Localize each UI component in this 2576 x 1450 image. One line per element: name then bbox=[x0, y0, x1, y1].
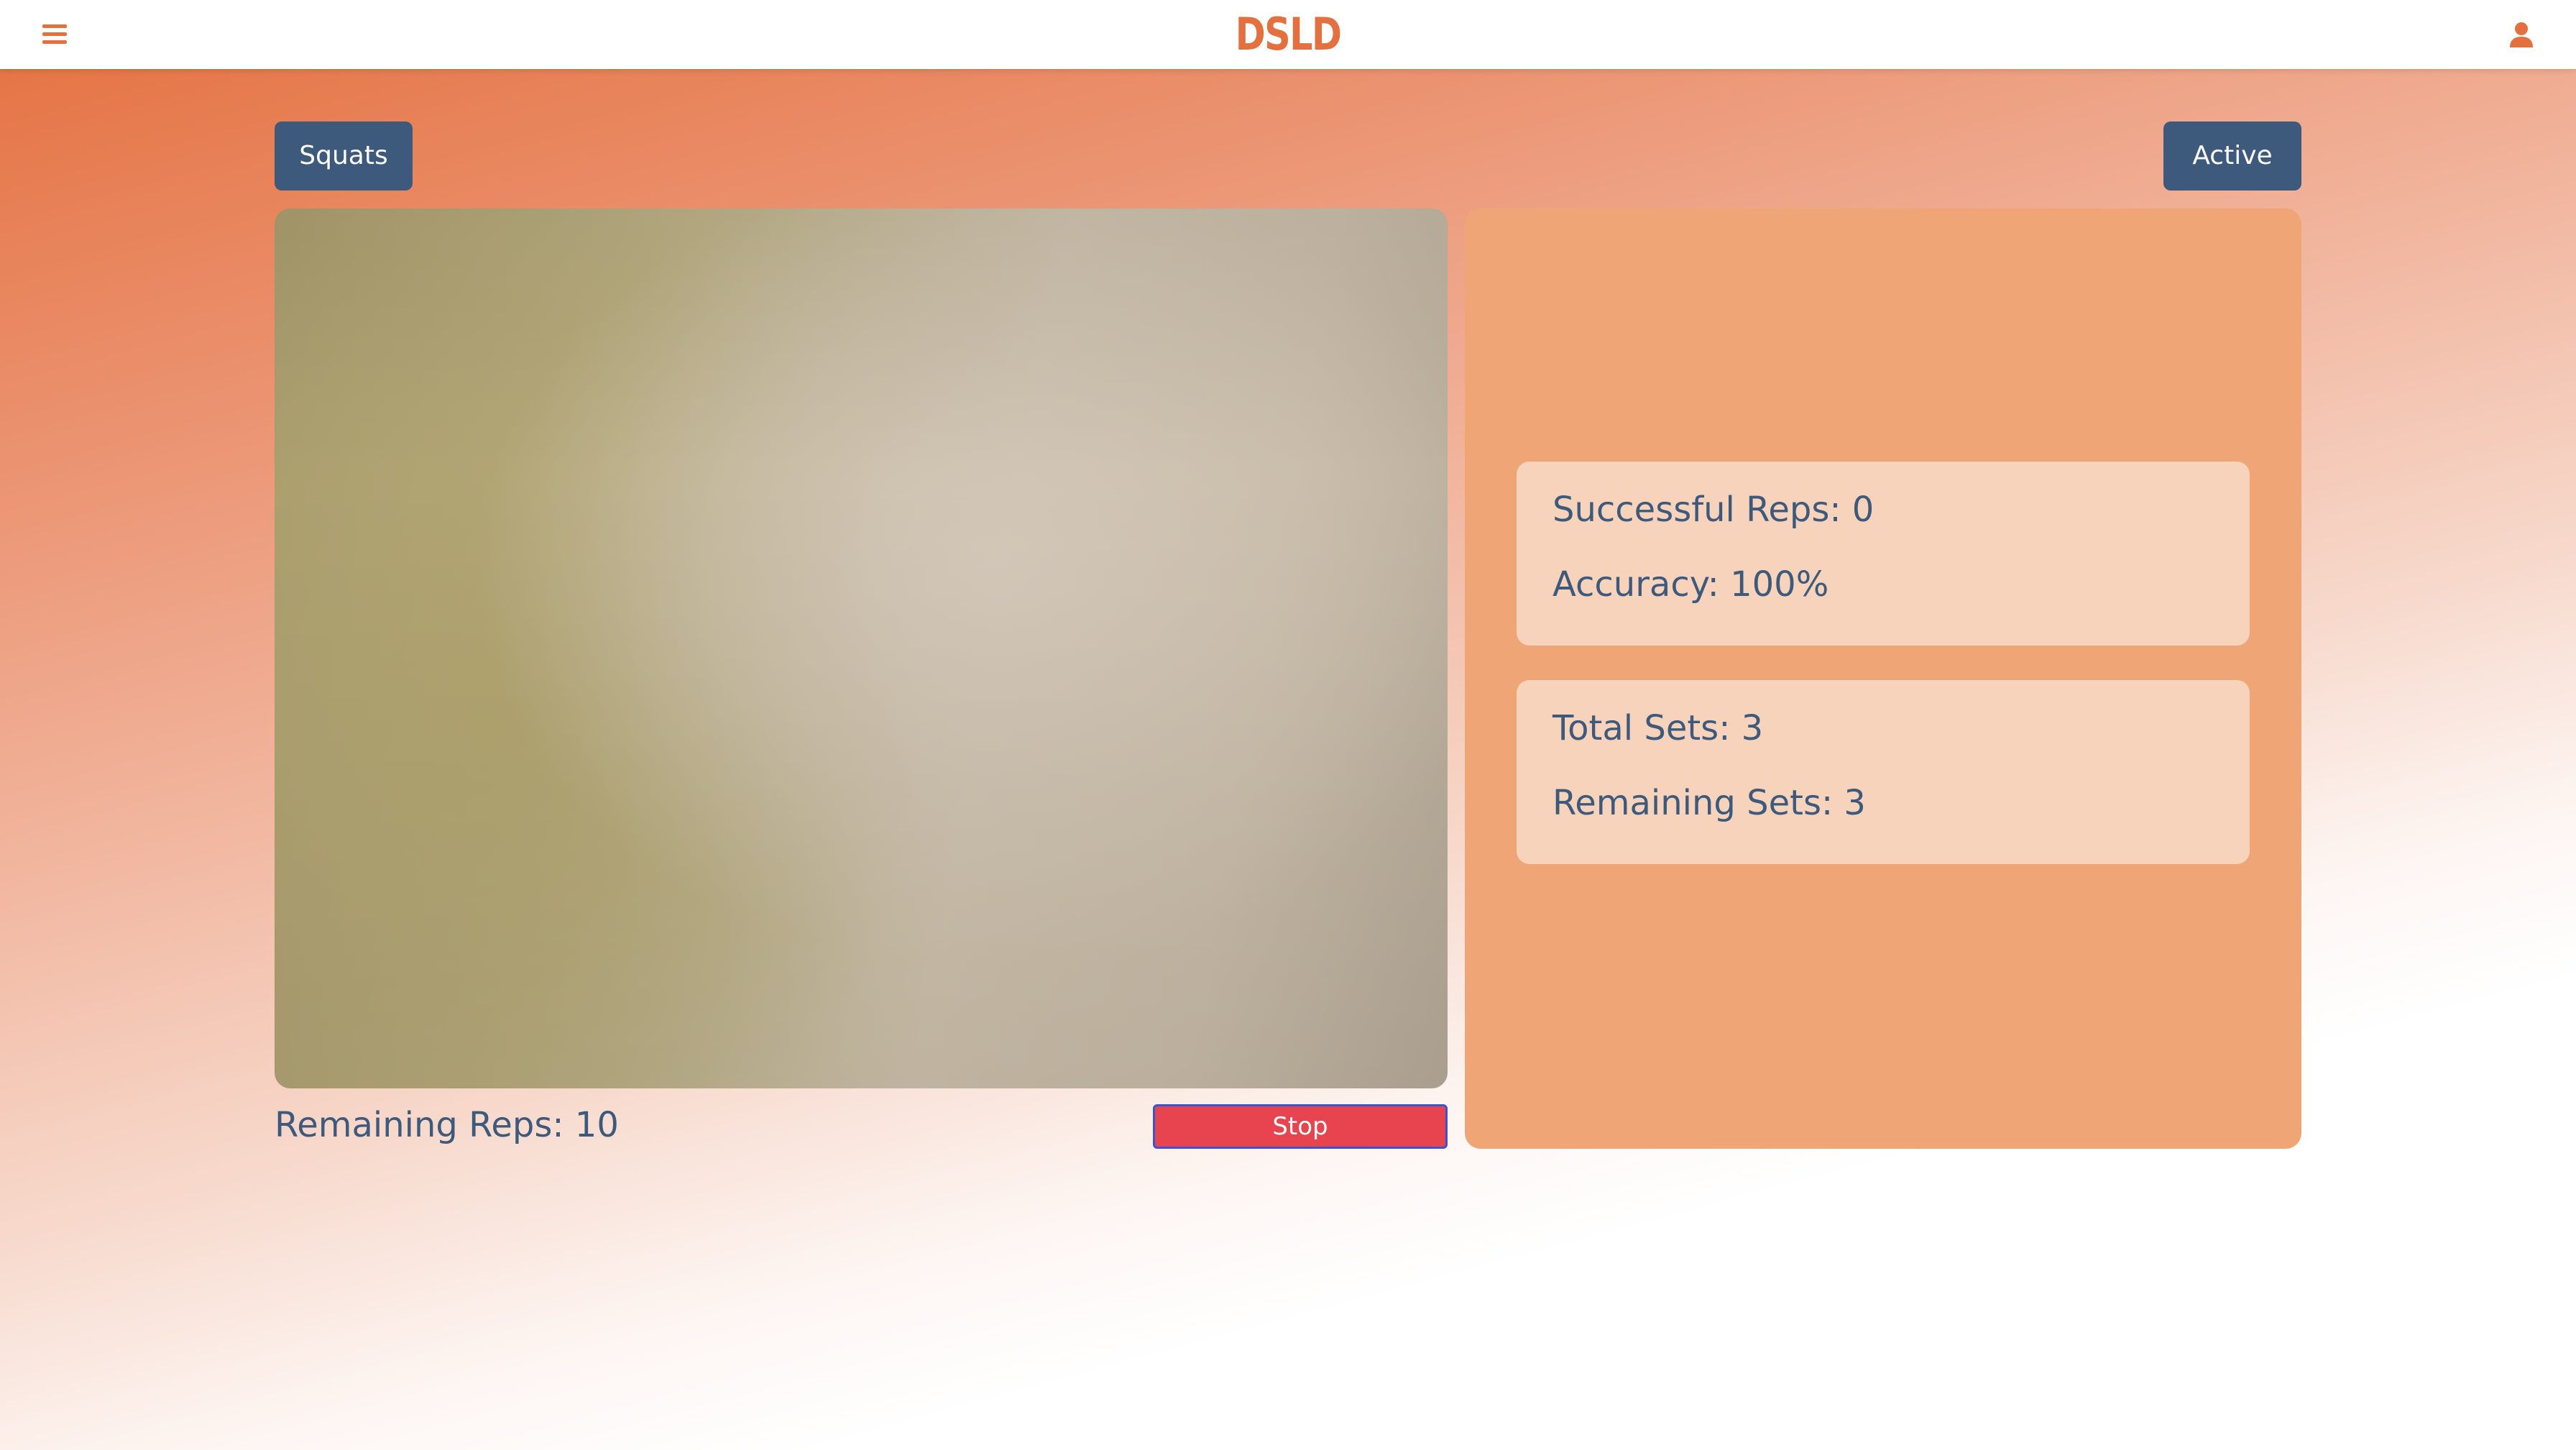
user-icon[interactable] bbox=[2506, 19, 2537, 50]
camera-feed bbox=[275, 208, 1448, 1088]
remaining-sets-label: Remaining Sets: 3 bbox=[1552, 783, 1866, 823]
status-button[interactable]: Active bbox=[2163, 121, 2301, 191]
camera-feed-overlay bbox=[275, 208, 1448, 1088]
top-navbar: DSLD bbox=[0, 0, 2576, 69]
stats-panel: Successful Reps: 0 Accuracy: 100% Total … bbox=[1465, 208, 2301, 1149]
accuracy-label: Accuracy: 100% bbox=[1552, 564, 1829, 605]
hamburger-menu-icon[interactable] bbox=[40, 20, 70, 49]
reps-stats-card: Successful Reps: 0 Accuracy: 100% bbox=[1517, 462, 2250, 646]
total-sets-label: Total Sets: 3 bbox=[1552, 708, 1764, 748]
remaining-reps-label: Remaining Reps: 10 bbox=[275, 1105, 619, 1145]
stop-button[interactable]: Stop bbox=[1153, 1104, 1448, 1149]
sets-stats-card: Total Sets: 3 Remaining Sets: 3 bbox=[1517, 680, 2250, 864]
app-logo: DSLD bbox=[1235, 8, 1342, 60]
exercise-button[interactable]: Squats bbox=[275, 121, 413, 191]
successful-reps-label: Successful Reps: 0 bbox=[1552, 490, 1874, 530]
